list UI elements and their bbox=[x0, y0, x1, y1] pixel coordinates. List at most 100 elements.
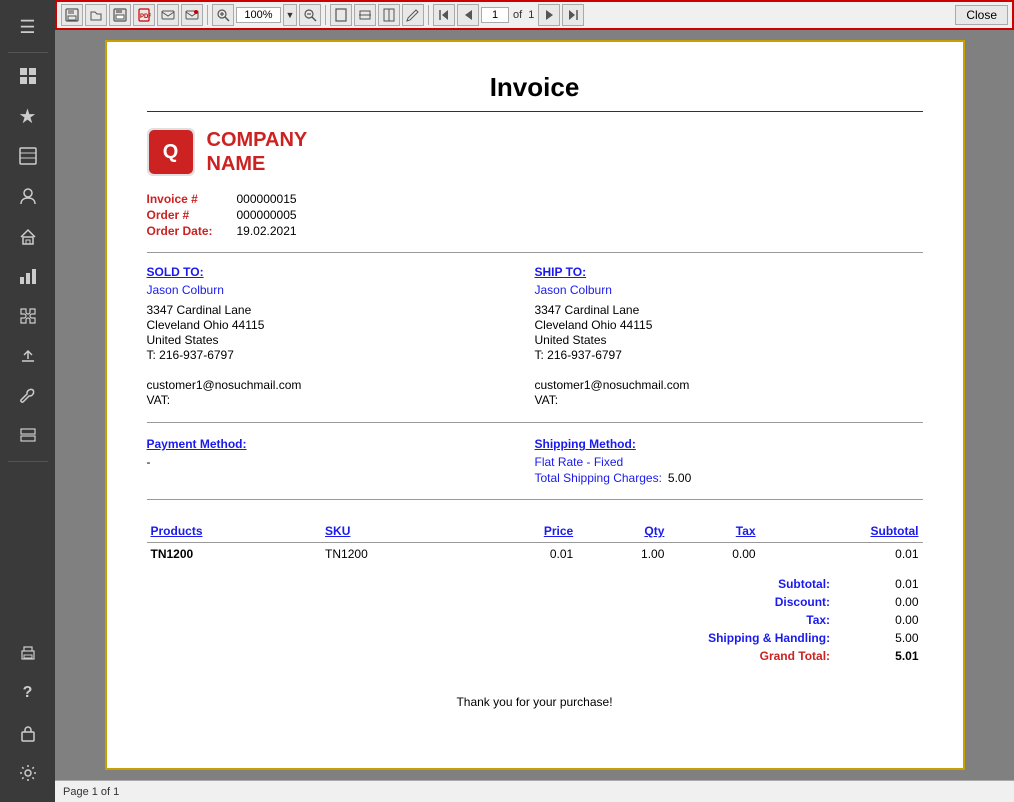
sold-to-col: SOLD TO: Jason Colburn 3347 Cardinal Lan… bbox=[147, 265, 535, 408]
print-icon[interactable] bbox=[8, 634, 48, 672]
page-of-label: of bbox=[511, 9, 524, 21]
company-logo-inner: Q bbox=[149, 130, 193, 174]
address-section: SOLD TO: Jason Colburn 3347 Cardinal Lan… bbox=[147, 265, 923, 423]
col-tax: Tax bbox=[668, 520, 759, 543]
layers-icon[interactable] bbox=[8, 417, 48, 455]
pdf-button[interactable]: PDF bbox=[133, 4, 155, 26]
pdf-page: Invoice Q COMPANY NAME Invoice # 0000 bbox=[105, 40, 965, 770]
sold-to-name: Jason Colburn bbox=[147, 283, 535, 297]
chart-icon[interactable] bbox=[8, 257, 48, 295]
sold-to-email: customer1@nosuchmail.com bbox=[147, 378, 535, 392]
zoom-in-button[interactable] bbox=[212, 4, 234, 26]
totals-section: Subtotal: 0.01 Discount: 0.00 Tax: 0.00 … bbox=[147, 575, 923, 665]
tax-label: Tax: bbox=[643, 611, 835, 629]
sep2 bbox=[325, 5, 326, 25]
sold-to-phone: T: 216-937-6797 bbox=[147, 348, 535, 362]
box-icon[interactable] bbox=[8, 137, 48, 175]
sold-to-address1: 3347 Cardinal Lane bbox=[147, 303, 535, 317]
svg-text:PDF: PDF bbox=[140, 14, 151, 20]
payment-section: Payment Method: - Shipping Method: Flat … bbox=[147, 437, 923, 500]
col-sku: SKU bbox=[321, 520, 468, 543]
payment-heading: Payment Method: bbox=[147, 437, 535, 451]
sep1 bbox=[207, 5, 208, 25]
sold-to-vat: VAT: bbox=[147, 393, 535, 407]
thank-you-text: Thank you for your purchase! bbox=[147, 695, 923, 709]
company-logo: Q bbox=[147, 128, 195, 176]
col-products: Products bbox=[147, 520, 322, 543]
gear-icon[interactable] bbox=[8, 754, 48, 792]
invoice-number-value: 000000015 bbox=[237, 192, 297, 206]
page-view-button[interactable] bbox=[330, 4, 352, 26]
lock-icon[interactable] bbox=[8, 714, 48, 752]
shipping-method: Flat Rate - Fixed bbox=[535, 455, 923, 469]
sold-to-heading: SOLD TO: bbox=[147, 265, 535, 279]
zoom-out-button[interactable] bbox=[299, 4, 321, 26]
save2-button[interactable] bbox=[109, 4, 131, 26]
prev-page-button[interactable] bbox=[457, 4, 479, 26]
sidebar-bottom: ? bbox=[8, 634, 48, 802]
dashboard-icon[interactable] bbox=[8, 57, 48, 95]
order-date-label: Order Date: bbox=[147, 224, 237, 238]
ship-to-vat: VAT: bbox=[535, 393, 923, 407]
save-button[interactable] bbox=[61, 4, 83, 26]
puzzle-icon[interactable] bbox=[8, 297, 48, 335]
subtotal-label: Subtotal: bbox=[643, 575, 835, 593]
hamburger-menu-icon[interactable]: ☰ bbox=[8, 8, 48, 46]
user-icon[interactable] bbox=[8, 177, 48, 215]
col-qty: Qty bbox=[577, 520, 668, 543]
discount-label: Discount: bbox=[643, 593, 835, 611]
totals-table: Subtotal: 0.01 Discount: 0.00 Tax: 0.00 … bbox=[643, 575, 923, 665]
ship-to-phone: T: 216-937-6797 bbox=[535, 348, 923, 362]
shipping-charges-row: Total Shipping Charges: 5.00 bbox=[535, 471, 923, 485]
shipping-total-row: Shipping & Handling: 5.00 bbox=[643, 629, 923, 647]
page-number-input[interactable] bbox=[481, 7, 509, 23]
star-icon[interactable]: ★ bbox=[8, 97, 48, 135]
product-price: 0.01 bbox=[469, 543, 578, 566]
col-price: Price bbox=[469, 520, 578, 543]
fit-width-button[interactable] bbox=[354, 4, 376, 26]
close-button[interactable]: Close bbox=[955, 5, 1008, 25]
shipping-total-value: 5.00 bbox=[834, 629, 922, 647]
shipping-total-label: Shipping & Handling: bbox=[643, 629, 835, 647]
col-subtotal: Subtotal bbox=[760, 520, 923, 543]
grand-total-label: Grand Total: bbox=[643, 647, 835, 665]
edit-button[interactable] bbox=[402, 4, 424, 26]
next-page-button[interactable] bbox=[538, 4, 560, 26]
tax-value: 0.00 bbox=[834, 611, 922, 629]
grand-total-value: 5.01 bbox=[834, 647, 922, 665]
product-subtotal: 0.01 bbox=[760, 543, 923, 566]
first-page-button[interactable] bbox=[433, 4, 455, 26]
tax-row: Tax: 0.00 bbox=[643, 611, 923, 629]
products-table: Products SKU Price Qty Tax Subtotal TN12… bbox=[147, 520, 923, 565]
upload-icon[interactable] bbox=[8, 337, 48, 375]
subtotal-row: Subtotal: 0.01 bbox=[643, 575, 923, 593]
product-sku: TN1200 bbox=[321, 543, 468, 566]
company-logo-letter: Q bbox=[163, 141, 179, 164]
ship-to-country: United States bbox=[535, 333, 923, 347]
subtotal-value: 0.01 bbox=[834, 575, 922, 593]
invoice-title: Invoice bbox=[147, 72, 923, 103]
sidebar: ☰ ★ ? bbox=[0, 0, 55, 802]
wrench-icon[interactable] bbox=[8, 377, 48, 415]
question-icon[interactable]: ? bbox=[8, 674, 48, 712]
last-page-button[interactable] bbox=[562, 4, 584, 26]
product-qty: 1.00 bbox=[577, 543, 668, 566]
ship-to-address2: Cleveland Ohio 44115 bbox=[535, 318, 923, 332]
zoom-dropdown-button[interactable]: ▼ bbox=[283, 4, 297, 26]
order-date-value: 19.02.2021 bbox=[237, 224, 297, 238]
email2-button[interactable] bbox=[181, 4, 203, 26]
email-button[interactable] bbox=[157, 4, 179, 26]
payment-col: Payment Method: - bbox=[147, 437, 535, 485]
invoice-header: Q COMPANY NAME bbox=[147, 128, 923, 176]
order-number-value: 000000005 bbox=[237, 208, 297, 222]
invoice-number-row: Invoice # 000000015 bbox=[147, 192, 923, 206]
ship-to-email: customer1@nosuchmail.com bbox=[535, 378, 923, 392]
sold-to-country: United States bbox=[147, 333, 535, 347]
grand-total-row: Grand Total: 5.01 bbox=[643, 647, 923, 665]
table-row: TN1200 TN1200 0.01 1.00 0.00 0.01 bbox=[147, 543, 923, 566]
open-button[interactable] bbox=[85, 4, 107, 26]
shipping-heading: Shipping Method: bbox=[535, 437, 923, 451]
home-icon[interactable] bbox=[8, 217, 48, 255]
fit-page-button[interactable] bbox=[378, 4, 400, 26]
ship-to-address1: 3347 Cardinal Lane bbox=[535, 303, 923, 317]
